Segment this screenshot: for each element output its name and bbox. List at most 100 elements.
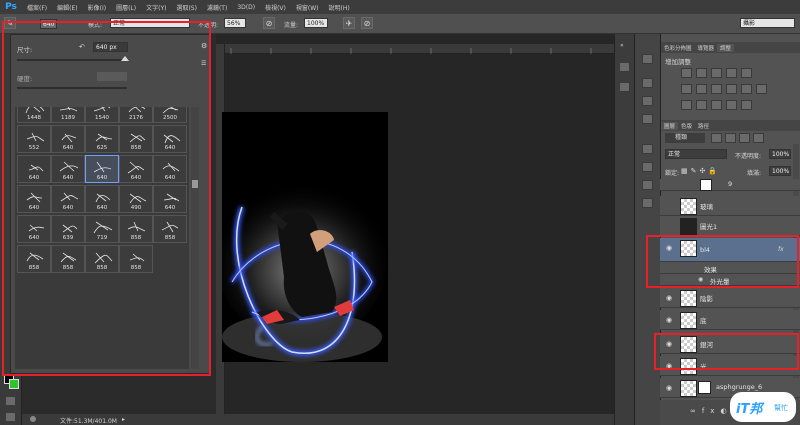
lock-icons[interactable]: ▦✎✣🔒 [681, 167, 720, 175]
layer-opacity-label: 不透明度: [735, 153, 762, 160]
layers-tab-bar: 圖層 色版 路徑 [661, 120, 800, 131]
filter-type-icon[interactable] [739, 133, 750, 143]
photo-filter-icon[interactable] [726, 84, 737, 94]
opacity-input[interactable]: 56% [224, 18, 246, 28]
visibility-eye-icon[interactable]: ◉ [666, 294, 674, 302]
status-dot-icon [30, 416, 36, 422]
invert-icon[interactable] [681, 100, 692, 110]
channel-mixer-icon[interactable] [741, 84, 752, 94]
layer-thumb [700, 179, 712, 191]
menu-item-filter[interactable]: 濾鏡(T) [202, 3, 232, 12]
watermark-brand: iT邦 [736, 402, 763, 417]
document-size-info[interactable]: 文件:51.3M/401.0M [60, 416, 117, 425]
filter-adjust-icon[interactable] [725, 133, 736, 143]
airbrush-icon[interactable]: ✈ [343, 17, 355, 29]
background-color-swatch[interactable] [9, 379, 19, 389]
styles-icon[interactable] [642, 96, 653, 106]
menu-item-edit[interactable]: 編輯(E) [52, 3, 82, 12]
exposure-icon[interactable] [726, 68, 737, 78]
highlight-box-brush-panel [2, 21, 211, 376]
layer-name: 玻璃 [700, 203, 713, 211]
layer-name: 底 [700, 317, 707, 325]
layer-thumb [680, 312, 697, 329]
filter-pixel-icon[interactable] [711, 133, 722, 143]
layer-opacity-input[interactable]: 100% [769, 149, 791, 159]
layer-row-glass[interactable]: 玻璃 [660, 196, 800, 216]
layer-row-shadow[interactable]: ◉ 陰影 [660, 288, 800, 308]
actions-icon[interactable] [619, 82, 630, 92]
layer-row-9[interactable]: 9 [660, 179, 800, 191]
levels-icon[interactable] [696, 68, 707, 78]
app-logo: Ps [5, 2, 17, 12]
hue-sat-icon[interactable] [681, 84, 692, 94]
menu-item-file[interactable]: 檔案(F) [22, 3, 52, 12]
menu-item-3d[interactable]: 3D(D) [232, 4, 260, 11]
history-icon[interactable] [619, 62, 630, 72]
filter-shape-icon[interactable] [753, 133, 764, 143]
layer-thumb [680, 198, 697, 215]
layer-name: 9 [728, 180, 733, 188]
collapse-arrows-icon[interactable]: « [620, 42, 624, 49]
screen-mode-icon[interactable] [5, 412, 16, 422]
swatches-icon[interactable] [642, 78, 653, 88]
brightness-icon[interactable] [681, 68, 692, 78]
menu-item-select[interactable]: 選取(S) [171, 3, 202, 12]
layer-row-base[interactable]: ◉ 底 [660, 310, 800, 330]
tab-navigator[interactable]: 導覽器 [695, 44, 718, 52]
posterize-icon[interactable] [696, 100, 707, 110]
tab-channels[interactable]: 色版 [678, 122, 695, 130]
watermark-sub: 幫忙 [774, 404, 788, 412]
menu-item-layer[interactable]: 圖層(L) [111, 3, 141, 12]
status-arrow-icon[interactable]: ▸ [122, 416, 125, 423]
pressure-size-icon[interactable]: ⊘ [361, 17, 373, 29]
layer-name: 陰影 [700, 295, 713, 303]
clone-source-icon[interactable] [642, 198, 653, 208]
pressure-opacity-icon[interactable]: ⊘ [263, 17, 275, 29]
visibility-eye-icon[interactable]: ◉ [666, 316, 674, 324]
character-icon[interactable] [642, 144, 653, 154]
info-icon[interactable] [642, 114, 653, 124]
ruler-horizontal [225, 44, 614, 54]
threshold-icon[interactable] [711, 100, 722, 110]
flow-label: 流量: [284, 22, 299, 29]
menu-item-image[interactable]: 影像(I) [83, 3, 111, 12]
menu-bar: Ps 檔案(F) 編輯(E) 影像(I) 圖層(L) 文字(Y) 選取(S) 濾… [0, 0, 800, 14]
layer-mask-thumb [698, 381, 711, 394]
top-tab-bar: 色彩分佈圖 導覽器 調整 [661, 42, 800, 53]
tab-histogram[interactable]: 色彩分佈圖 [661, 44, 695, 52]
vibrance-icon[interactable] [741, 68, 752, 78]
menu-item-window[interactable]: 視窗(W) [291, 3, 324, 12]
lock-label: 鎖定: [665, 170, 680, 177]
workspace-select[interactable]: 攝影 [740, 18, 795, 28]
quick-mask-icon[interactable] [5, 396, 16, 406]
curves-icon[interactable] [711, 68, 722, 78]
layer-kind-filter[interactable]: 種類 [665, 133, 705, 143]
watermark-badge: iT邦 幫忙 [730, 392, 796, 422]
tab-layers[interactable]: 圖層 [661, 121, 679, 130]
visibility-eye-icon[interactable]: ◉ [666, 384, 674, 392]
flow-input[interactable]: 100% [304, 18, 328, 28]
color-balance-icon[interactable] [696, 84, 707, 94]
layer-blend-mode[interactable]: 正常 [665, 149, 727, 159]
tab-adjustments[interactable]: 調整 [717, 43, 735, 52]
brush-panel-icon[interactable] [642, 180, 653, 190]
menu-item-type[interactable]: 文字(Y) [141, 3, 171, 12]
layer-thumb [680, 290, 697, 307]
color-lookup-icon[interactable] [756, 84, 767, 94]
menu-item-help[interactable]: 說明(H) [324, 3, 355, 12]
tab-paths[interactable]: 路徑 [695, 122, 712, 130]
color-icon[interactable] [642, 54, 653, 64]
gradient-map-icon[interactable] [726, 100, 737, 110]
fill-label: 填滿: [747, 170, 762, 177]
status-bar: 文件:51.3M/401.0M ▸ [22, 414, 614, 425]
canvas-image[interactable] [222, 112, 388, 362]
black-white-icon[interactable] [711, 84, 722, 94]
adjustments-title: 增加調整 [665, 58, 691, 66]
fill-input[interactable]: 100% [769, 166, 791, 176]
ruler-ticks [230, 48, 592, 54]
layer-thumb [680, 218, 697, 235]
menu-item-view[interactable]: 檢視(V) [260, 3, 291, 12]
selective-color-icon[interactable] [741, 100, 752, 110]
paragraph-icon[interactable] [642, 162, 653, 172]
layer-row-glow1[interactable]: 圖光1 [660, 216, 800, 236]
